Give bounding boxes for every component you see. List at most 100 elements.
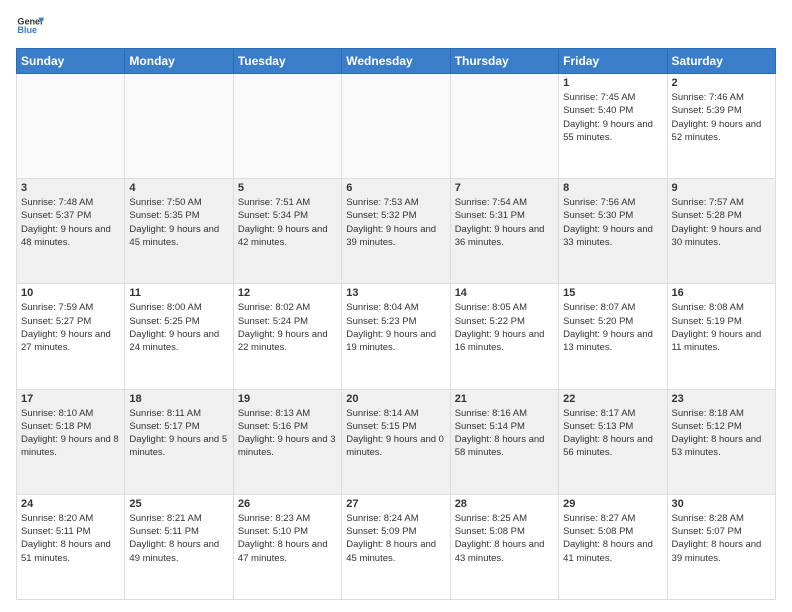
day-info: Sunrise: 8:11 AMSunset: 5:17 PMDaylight:… <box>129 407 228 460</box>
calendar-cell: 12 Sunrise: 8:02 AMSunset: 5:24 PMDayligh… <box>233 284 341 389</box>
day-number: 2 <box>672 77 771 89</box>
calendar-cell: 28Sunrise: 8:25 AMSunset: 5:08 PMDayligh… <box>450 494 558 599</box>
day-info: Sunrise: 8:00 AMSunset: 5:25 PMDaylight:… <box>129 301 228 354</box>
calendar-cell: 5 Sunrise: 7:51 AMSunset: 5:34 PMDaylight… <box>233 179 341 284</box>
day-number: 17 <box>21 393 120 405</box>
svg-text:Blue: Blue <box>17 25 37 35</box>
day-number: 9 <box>672 182 771 194</box>
calendar-table: SundayMondayTuesdayWednesdayThursdayFrid… <box>16 48 776 600</box>
week-row-5: 24 Sunrise: 8:20 AMSunset: 5:11 PMDayligh… <box>17 494 776 599</box>
day-number: 23 <box>672 393 771 405</box>
day-info: Sunrise: 7:54 AMSunset: 5:31 PMDaylight:… <box>455 196 554 249</box>
calendar-cell <box>342 74 450 179</box>
calendar-cell: 13 Sunrise: 8:04 AMSunset: 5:23 PMDayligh… <box>342 284 450 389</box>
day-info: Sunrise: 7:53 AMSunset: 5:32 PMDaylight:… <box>346 196 445 249</box>
day-info: Sunrise: 8:25 AMSunset: 5:08 PMDaylight:… <box>455 512 554 565</box>
day-number: 19 <box>238 393 337 405</box>
day-info: Sunrise: 7:50 AMSunset: 5:35 PMDaylight:… <box>129 196 228 249</box>
calendar-cell <box>17 74 125 179</box>
calendar-cell: 20Sunrise: 8:14 AMSunset: 5:15 PMDayligh… <box>342 389 450 494</box>
week-row-4: 17 Sunrise: 8:10 AMSunset: 5:18 PMDayligh… <box>17 389 776 494</box>
day-info: Sunrise: 8:24 AMSunset: 5:09 PMDaylight:… <box>346 512 445 565</box>
day-number: 5 <box>238 182 337 194</box>
day-number: 29 <box>563 498 662 510</box>
day-number: 22 <box>563 393 662 405</box>
calendar-cell: 22 Sunrise: 8:17 AMSunset: 5:13 PMDayligh… <box>559 389 667 494</box>
calendar-cell: 17 Sunrise: 8:10 AMSunset: 5:18 PMDayligh… <box>17 389 125 494</box>
logo-icon: General Blue <box>16 12 44 40</box>
calendar-cell: 19Sunrise: 8:13 AMSunset: 5:16 PMDayligh… <box>233 389 341 494</box>
day-number: 6 <box>346 182 445 194</box>
day-number: 30 <box>672 498 771 510</box>
day-info: Sunrise: 8:02 AMSunset: 5:24 PMDaylight:… <box>238 301 337 354</box>
col-header-tuesday: Tuesday <box>233 49 341 74</box>
calendar-cell: 16Sunrise: 8:08 AMSunset: 5:19 PMDayligh… <box>667 284 775 389</box>
day-number: 4 <box>129 182 228 194</box>
calendar-cell: 7 Sunrise: 7:54 AMSunset: 5:31 PMDaylight… <box>450 179 558 284</box>
col-header-thursday: Thursday <box>450 49 558 74</box>
day-number: 14 <box>455 287 554 299</box>
calendar-cell: 14 Sunrise: 8:05 AMSunset: 5:22 PMDayligh… <box>450 284 558 389</box>
day-number: 24 <box>21 498 120 510</box>
day-info: Sunrise: 8:05 AMSunset: 5:22 PMDaylight:… <box>455 301 554 354</box>
col-header-wednesday: Wednesday <box>342 49 450 74</box>
calendar-cell: 11 Sunrise: 8:00 AMSunset: 5:25 PMDayligh… <box>125 284 233 389</box>
calendar-cell: 23Sunrise: 8:18 AMSunset: 5:12 PMDayligh… <box>667 389 775 494</box>
day-info: Sunrise: 8:21 AMSunset: 5:11 PMDaylight:… <box>129 512 228 565</box>
day-info: Sunrise: 7:46 AMSunset: 5:39 PMDaylight:… <box>672 91 771 144</box>
day-number: 12 <box>238 287 337 299</box>
day-info: Sunrise: 8:16 AMSunset: 5:14 PMDaylight:… <box>455 407 554 460</box>
day-number: 13 <box>346 287 445 299</box>
page: General Blue SundayMondayTuesdayWednesda… <box>0 0 792 612</box>
calendar-cell: 18 Sunrise: 8:11 AMSunset: 5:17 PMDayligh… <box>125 389 233 494</box>
day-number: 27 <box>346 498 445 510</box>
calendar-cell: 2 Sunrise: 7:46 AMSunset: 5:39 PMDaylight… <box>667 74 775 179</box>
day-info: Sunrise: 8:23 AMSunset: 5:10 PMDaylight:… <box>238 512 337 565</box>
week-row-2: 3 Sunrise: 7:48 AMSunset: 5:37 PMDaylight… <box>17 179 776 284</box>
calendar-cell: 24 Sunrise: 8:20 AMSunset: 5:11 PMDayligh… <box>17 494 125 599</box>
day-number: 16 <box>672 287 771 299</box>
calendar-cell: 8Sunrise: 7:56 AMSunset: 5:30 PMDaylight… <box>559 179 667 284</box>
calendar-cell: 9Sunrise: 7:57 AMSunset: 5:28 PMDaylight… <box>667 179 775 284</box>
day-number: 3 <box>21 182 120 194</box>
col-header-saturday: Saturday <box>667 49 775 74</box>
day-number: 21 <box>455 393 554 405</box>
calendar-cell: 3 Sunrise: 7:48 AMSunset: 5:37 PMDaylight… <box>17 179 125 284</box>
day-info: Sunrise: 8:04 AMSunset: 5:23 PMDaylight:… <box>346 301 445 354</box>
calendar-cell <box>125 74 233 179</box>
day-number: 18 <box>129 393 228 405</box>
col-header-sunday: Sunday <box>17 49 125 74</box>
day-number: 15 <box>563 287 662 299</box>
col-header-monday: Monday <box>125 49 233 74</box>
day-number: 20 <box>346 393 445 405</box>
calendar-cell: 29Sunrise: 8:27 AMSunset: 5:08 PMDayligh… <box>559 494 667 599</box>
calendar-cell: 30 Sunrise: 8:28 AMSunset: 5:07 PMDayligh… <box>667 494 775 599</box>
logo: General Blue <box>16 12 44 40</box>
day-number: 10 <box>21 287 120 299</box>
calendar-cell: 4 Sunrise: 7:50 AMSunset: 5:35 PMDaylight… <box>125 179 233 284</box>
day-info: Sunrise: 7:59 AMSunset: 5:27 PMDaylight:… <box>21 301 120 354</box>
calendar-cell <box>450 74 558 179</box>
week-row-3: 10 Sunrise: 7:59 AMSunset: 5:27 PMDayligh… <box>17 284 776 389</box>
day-info: Sunrise: 7:48 AMSunset: 5:37 PMDaylight:… <box>21 196 120 249</box>
day-info: Sunrise: 8:20 AMSunset: 5:11 PMDaylight:… <box>21 512 120 565</box>
calendar-header-row: SundayMondayTuesdayWednesdayThursdayFrid… <box>17 49 776 74</box>
calendar-cell: 27 Sunrise: 8:24 AMSunset: 5:09 PMDayligh… <box>342 494 450 599</box>
calendar-cell <box>233 74 341 179</box>
day-number: 1 <box>563 77 662 89</box>
day-number: 7 <box>455 182 554 194</box>
header: General Blue <box>16 12 776 40</box>
day-info: Sunrise: 8:17 AMSunset: 5:13 PMDaylight:… <box>563 407 662 460</box>
day-info: Sunrise: 8:07 AMSunset: 5:20 PMDaylight:… <box>563 301 662 354</box>
day-info: Sunrise: 7:51 AMSunset: 5:34 PMDaylight:… <box>238 196 337 249</box>
calendar-cell: 10 Sunrise: 7:59 AMSunset: 5:27 PMDayligh… <box>17 284 125 389</box>
calendar-cell: 26 Sunrise: 8:23 AMSunset: 5:10 PMDayligh… <box>233 494 341 599</box>
day-number: 26 <box>238 498 337 510</box>
day-info: Sunrise: 8:10 AMSunset: 5:18 PMDaylight:… <box>21 407 120 460</box>
day-number: 11 <box>129 287 228 299</box>
day-number: 25 <box>129 498 228 510</box>
day-info: Sunrise: 8:28 AMSunset: 5:07 PMDaylight:… <box>672 512 771 565</box>
calendar-cell: 21 Sunrise: 8:16 AMSunset: 5:14 PMDayligh… <box>450 389 558 494</box>
week-row-1: 1Sunrise: 7:45 AMSunset: 5:40 PMDaylight… <box>17 74 776 179</box>
calendar-cell: 1Sunrise: 7:45 AMSunset: 5:40 PMDaylight… <box>559 74 667 179</box>
